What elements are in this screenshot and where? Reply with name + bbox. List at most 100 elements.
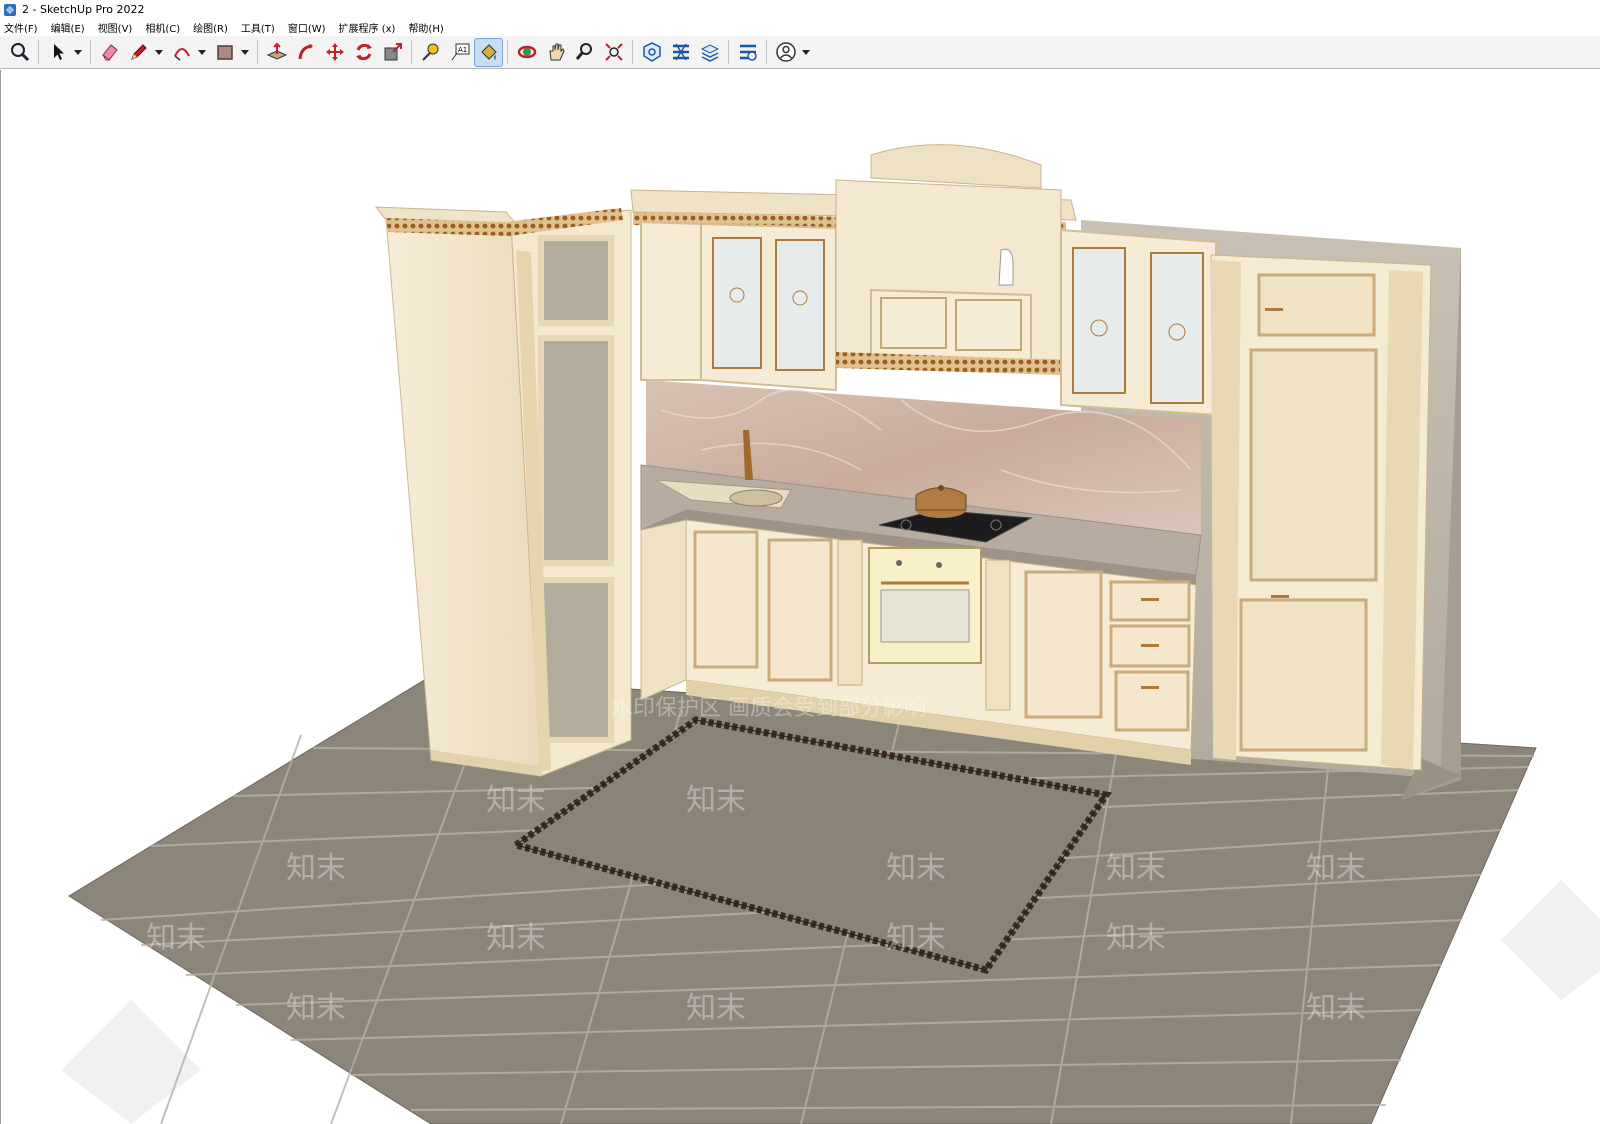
push-pull-icon bbox=[266, 42, 287, 60]
menu-camera[interactable]: 相机(C) bbox=[145, 20, 180, 35]
menu-window[interactable]: 窗口(W) bbox=[288, 20, 326, 35]
rectangle-tool-button[interactable] bbox=[211, 39, 238, 66]
menu-bar: 文件(F) 编辑(E) 视图(V) 相机(C) 绘图(R) 工具(T) 窗口(W… bbox=[0, 19, 1600, 36]
toolbar-separator bbox=[90, 40, 91, 64]
follow-me-icon bbox=[298, 44, 313, 60]
extension-warehouse-button[interactable] bbox=[667, 39, 694, 66]
kitchen-model-scene[interactable]: 水印保护区 画质会受到部分影响 知末 知末 知末 知末 知末 知末 知末 知末 … bbox=[1, 70, 1600, 1124]
tape-measure-icon bbox=[421, 43, 438, 61]
layout-icon bbox=[700, 44, 719, 62]
watermark-tile: 知末 bbox=[486, 921, 546, 956]
watermark-tile: 知末 bbox=[886, 921, 946, 956]
select-tool-button[interactable] bbox=[44, 39, 71, 66]
text-icon: A1 bbox=[451, 43, 469, 61]
scale-tool-button[interactable] bbox=[379, 39, 406, 66]
watermark-tile: 知末 bbox=[286, 991, 346, 1026]
watermark-tile: 知末 bbox=[1106, 921, 1166, 956]
zoom-extents-icon bbox=[604, 43, 623, 61]
3d-warehouse-button[interactable] bbox=[638, 39, 665, 66]
pantry-lower-door bbox=[538, 577, 614, 743]
pencil-dropdown-arrow[interactable] bbox=[154, 39, 164, 66]
paint-bucket-tool-button[interactable] bbox=[474, 37, 503, 67]
menu-help[interactable]: 帮助(H) bbox=[408, 20, 443, 35]
glass-door-right-b bbox=[1150, 252, 1204, 404]
rotate-icon bbox=[355, 43, 372, 61]
sketchup-app-icon bbox=[4, 3, 16, 16]
push-pull-tool-button[interactable] bbox=[263, 39, 290, 66]
window-title: 2 - SketchUp Pro 2022 bbox=[22, 3, 145, 16]
glass-door-left-a bbox=[712, 237, 762, 369]
tall-right-column bbox=[1210, 254, 1432, 771]
arc-tool-button[interactable] bbox=[168, 39, 195, 66]
toolbar-separator bbox=[507, 40, 508, 64]
zoom-tool-button[interactable] bbox=[6, 39, 33, 66]
watermark-tile: 知末 bbox=[686, 783, 746, 818]
drawer-3 bbox=[1114, 670, 1190, 732]
warehouse-icon bbox=[642, 42, 661, 62]
menu-draw[interactable]: 绘图(R) bbox=[193, 20, 228, 35]
zoom-extents-tool-button[interactable] bbox=[600, 39, 627, 66]
rectangle-dropdown-arrow[interactable] bbox=[240, 39, 250, 66]
toolbar-separator bbox=[728, 40, 729, 64]
account-button[interactable] bbox=[772, 39, 799, 66]
svg-text:A1: A1 bbox=[458, 46, 467, 54]
menu-file[interactable]: 文件(F) bbox=[4, 20, 38, 35]
zoom-icon bbox=[10, 43, 29, 62]
paint-bucket-icon bbox=[480, 44, 497, 60]
watermark-tile: 知末 bbox=[886, 851, 946, 886]
eraser-icon bbox=[101, 44, 118, 61]
upper-cabinets bbox=[630, 144, 1217, 417]
scale-icon bbox=[384, 43, 402, 61]
arc-icon bbox=[173, 48, 190, 61]
menu-view[interactable]: 视图(V) bbox=[98, 20, 133, 35]
extension-manager-button[interactable] bbox=[734, 39, 761, 66]
pan-icon bbox=[548, 43, 565, 61]
watermark-tile: 知末 bbox=[486, 783, 546, 818]
zoom-window-icon bbox=[575, 43, 592, 60]
toolbar-separator bbox=[257, 40, 258, 64]
follow-me-tool-button[interactable] bbox=[292, 39, 319, 66]
base-door-1 bbox=[693, 530, 759, 669]
toolbar-separator bbox=[632, 40, 633, 64]
eraser-tool-button[interactable] bbox=[96, 39, 123, 66]
toolbar-separator bbox=[411, 40, 412, 64]
extension-manager-icon bbox=[739, 44, 757, 61]
modeling-viewport[interactable]: 水印保护区 画质会受到部分影响 知末 知末 知末 知末 知末 知末 知末 知末 … bbox=[0, 70, 1600, 1124]
watermark-banner: 水印保护区 画质会受到部分影响 bbox=[611, 696, 926, 721]
rectangle-icon bbox=[216, 45, 233, 60]
account-icon bbox=[775, 42, 796, 62]
main-toolbar: A1 bbox=[0, 36, 1600, 69]
select-dropdown-arrow[interactable] bbox=[73, 39, 83, 66]
watermark-tile: 知末 bbox=[1306, 991, 1366, 1026]
tape-measure-tool-button[interactable] bbox=[417, 39, 444, 66]
arc-dropdown-arrow[interactable] bbox=[197, 39, 207, 66]
watermark-tile: 知末 bbox=[1306, 851, 1366, 886]
fridge-door bbox=[1249, 348, 1378, 582]
menu-edit[interactable]: 编辑(E) bbox=[51, 20, 85, 35]
layout-button[interactable] bbox=[696, 39, 723, 66]
pencil-icon bbox=[130, 44, 147, 60]
orbit-icon bbox=[517, 45, 536, 59]
account-dropdown-arrow[interactable] bbox=[801, 39, 811, 66]
toolbar-separator bbox=[38, 40, 39, 64]
base-door-2 bbox=[767, 538, 833, 682]
move-icon bbox=[325, 43, 344, 61]
move-tool-button[interactable] bbox=[321, 39, 348, 66]
pan-tool-button[interactable] bbox=[542, 39, 569, 66]
text-tool-button[interactable]: A1 bbox=[446, 39, 473, 66]
watermark-tile: 知末 bbox=[286, 851, 346, 886]
freezer-door bbox=[1239, 598, 1368, 752]
base-door-3 bbox=[1024, 570, 1103, 719]
pantry-middle-door bbox=[538, 335, 614, 566]
title-bar: 2 - SketchUp Pro 2022 bbox=[0, 0, 1600, 19]
orbit-tool-button[interactable] bbox=[513, 39, 540, 66]
toolbar-separator bbox=[766, 40, 767, 64]
rotate-tool-button[interactable] bbox=[350, 39, 377, 66]
menu-tools[interactable]: 工具(T) bbox=[241, 20, 275, 35]
menu-extensions[interactable]: 扩展程序 (x) bbox=[339, 20, 396, 35]
fridge-top-door bbox=[1257, 273, 1376, 337]
pencil-tool-button[interactable] bbox=[125, 39, 152, 66]
zoom-window-tool-button[interactable] bbox=[571, 39, 598, 66]
select-icon bbox=[53, 44, 64, 60]
watermark-tile: 知末 bbox=[686, 991, 746, 1026]
